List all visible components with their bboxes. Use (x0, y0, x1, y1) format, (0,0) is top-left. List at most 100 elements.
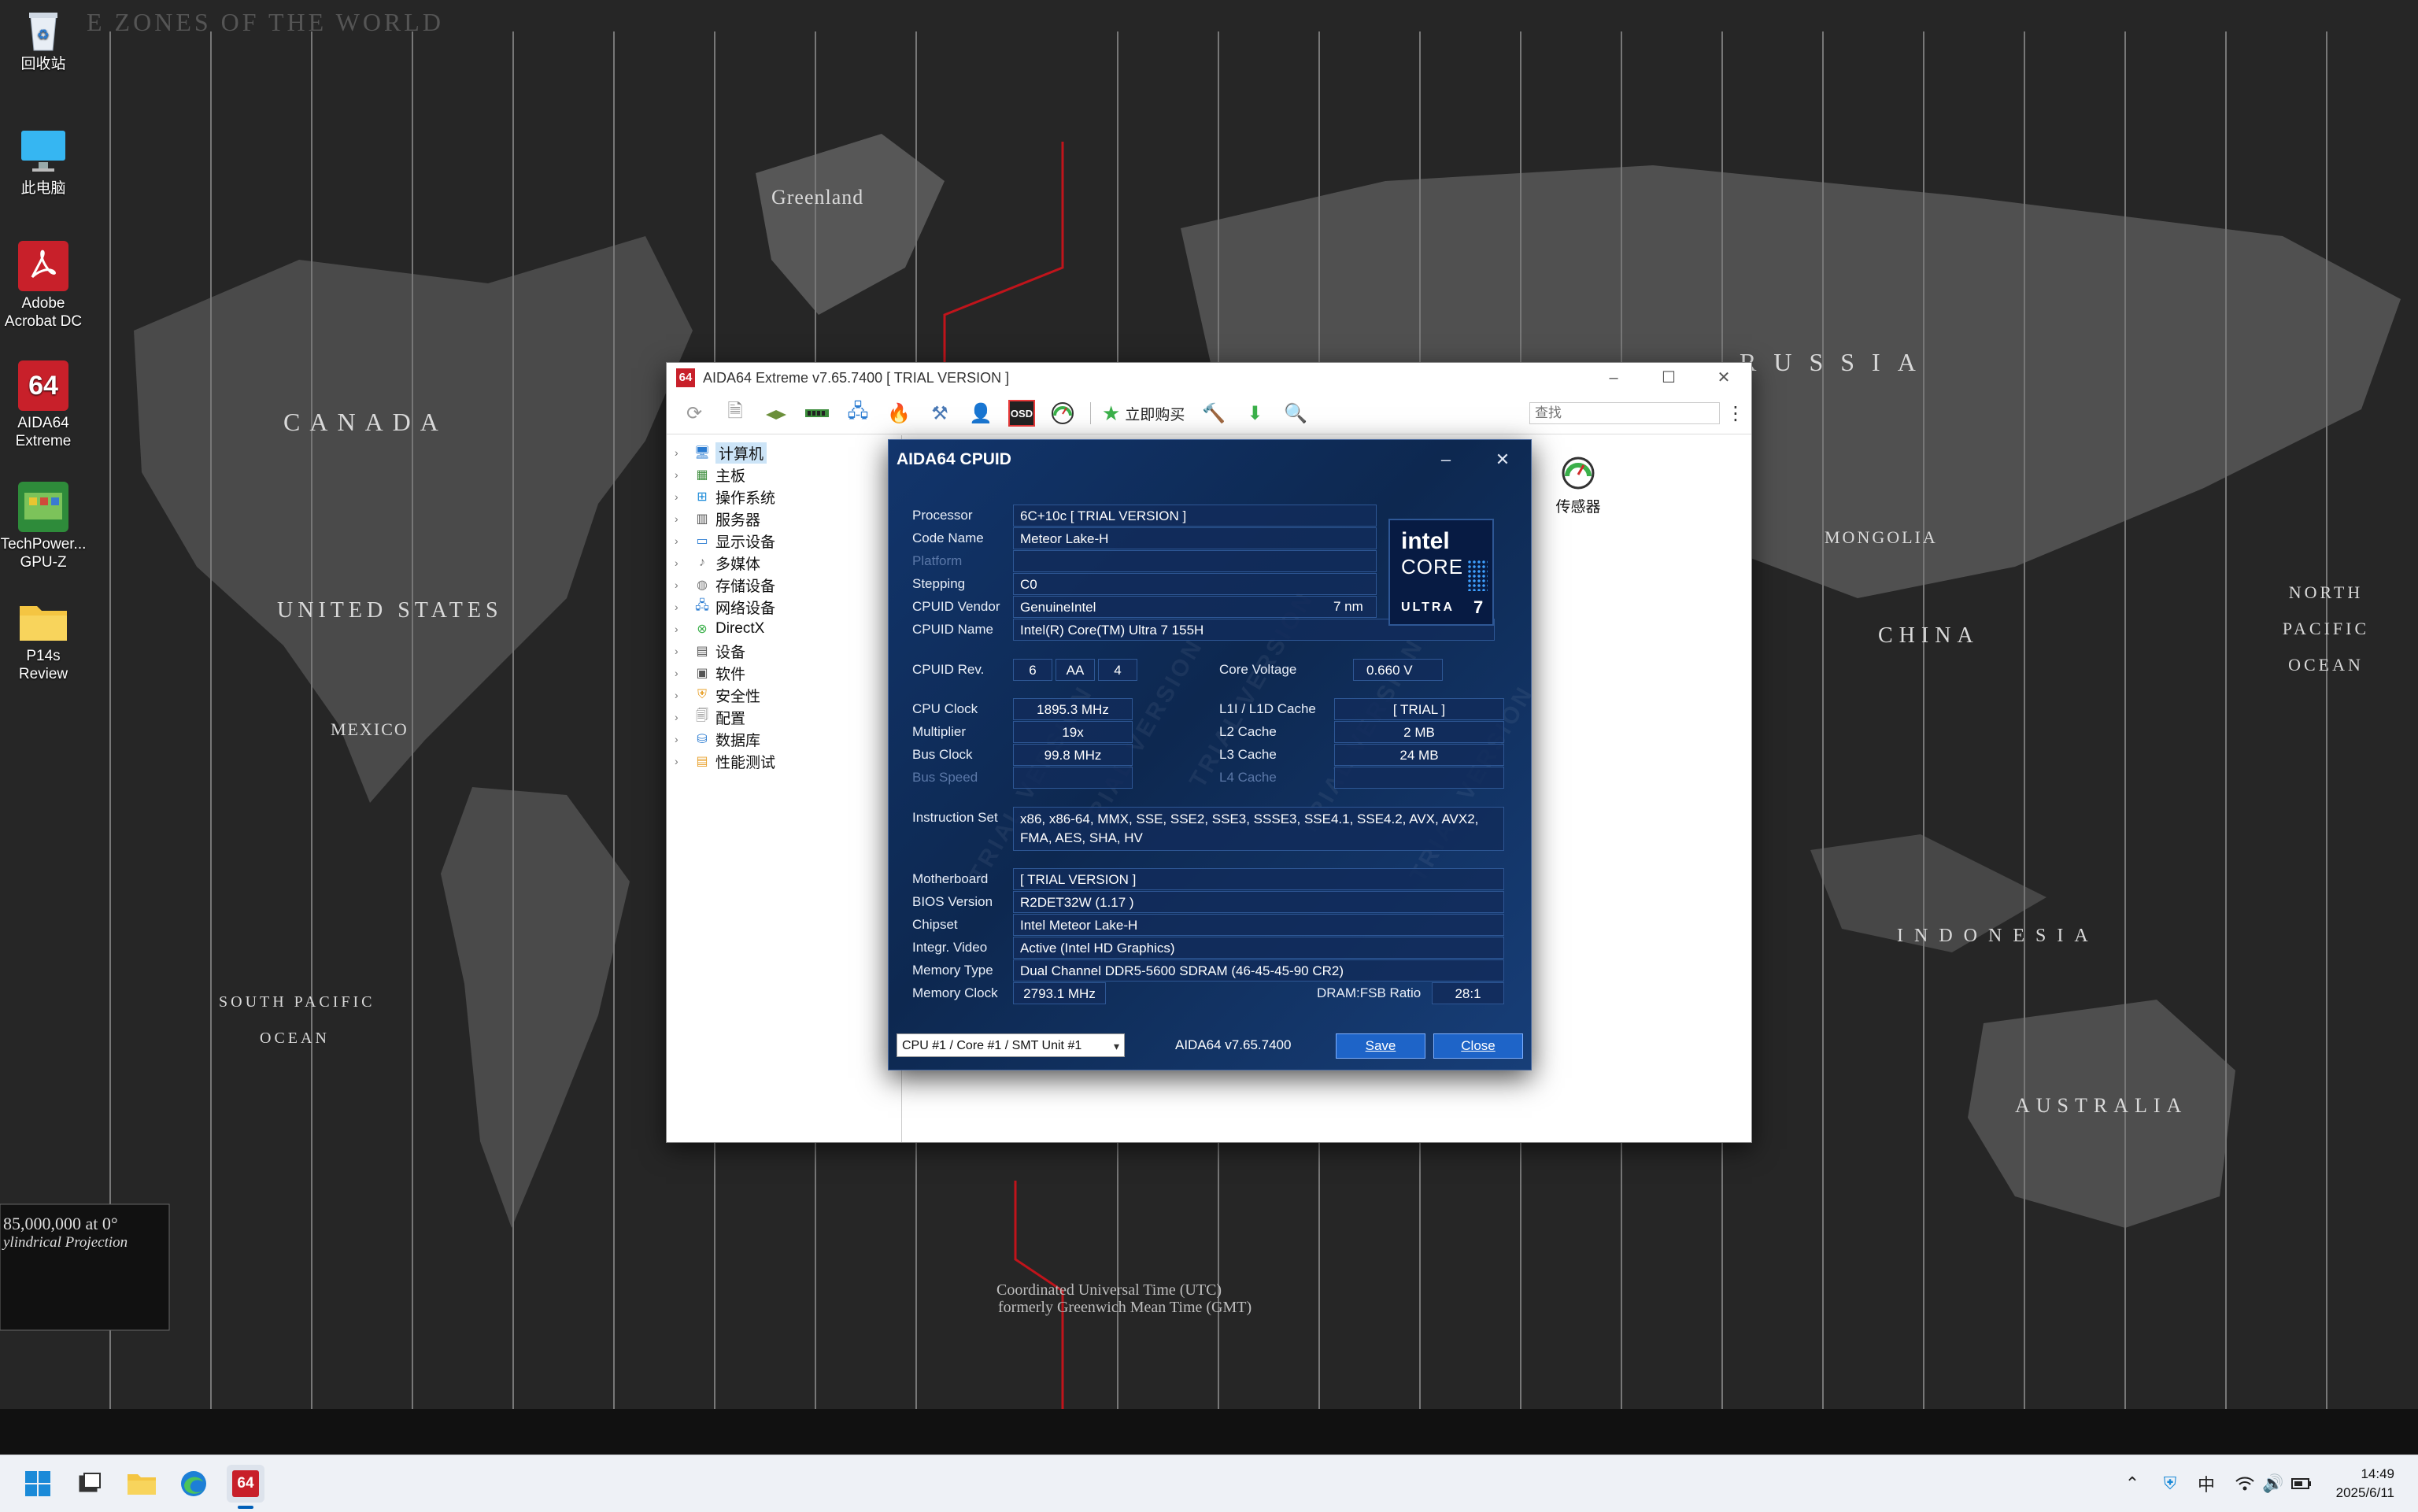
tree-item-benchmark[interactable]: › ▤ 性能测试 (667, 750, 901, 772)
tree-item-computer[interactable]: › 🖥 计算机 (667, 442, 901, 464)
value-l4-cache (1334, 767, 1504, 789)
tools-hammer-icon[interactable]: 🔨 (1200, 400, 1227, 427)
buy-now-button[interactable]: ★ 立即购买 (1102, 401, 1185, 426)
tree-item-config[interactable]: › 🗐 配置 (667, 706, 901, 728)
main-titlebar[interactable]: 64 AIDA64 Extreme v7.65.7400 [ TRIAL VER… (667, 363, 1751, 393)
volume-icon[interactable]: 🔊 (2261, 1469, 2286, 1498)
expand-arrow-icon[interactable]: › (675, 667, 693, 679)
expand-arrow-icon[interactable]: › (675, 645, 693, 657)
label-core-voltage: Core Voltage (1219, 662, 1297, 677)
tree-item-server[interactable]: › ▥ 服务器 (667, 508, 901, 530)
close-button[interactable]: ✕ (1474, 449, 1531, 470)
expand-arrow-icon[interactable]: › (675, 579, 693, 591)
refresh-icon[interactable]: ⟳ (681, 400, 708, 427)
tree-item-multimedia[interactable]: › ♪ 多媒体 (667, 552, 901, 574)
value-memory-type: Dual Channel DDR5-5600 SDRAM (46-45-45-9… (1013, 959, 1504, 982)
expand-arrow-icon[interactable]: › (675, 512, 693, 525)
memory-icon[interactable] (804, 400, 830, 427)
file-explorer-button[interactable] (123, 1465, 161, 1503)
desktop-icon-gpuz[interactable]: TechPower... GPU-Z (0, 482, 87, 571)
search-icon[interactable]: 🔍 (1282, 400, 1309, 427)
intel-dots (1467, 560, 1488, 591)
show-hidden-icons-chevron-icon[interactable]: ⌃ (2120, 1469, 2144, 1498)
active-app-indicator (238, 1506, 253, 1509)
core-select-dropdown[interactable]: CPU #1 / Core #1 / SMT Unit #1 ▾ (897, 1033, 1125, 1057)
close-dialog-button[interactable]: Close (1433, 1033, 1523, 1059)
expand-arrow-icon[interactable]: › (675, 755, 693, 767)
value-bus-speed (1013, 767, 1133, 789)
system-clock[interactable]: 14:49 2025/6/11 (2336, 1465, 2394, 1503)
motherboard-icon[interactable] (763, 400, 789, 427)
directx-icon: ⊗ (697, 623, 708, 636)
start-button[interactable] (19, 1465, 57, 1503)
shield-icon: ⛨ (697, 688, 707, 701)
value-l3-cache: 24 MB (1334, 744, 1504, 766)
wifi-icon[interactable] (2232, 1469, 2257, 1498)
osd-icon[interactable]: OSD (1008, 400, 1035, 427)
expand-arrow-icon[interactable]: › (675, 689, 693, 701)
tree-item-software[interactable]: › ▣ 软件 (667, 662, 901, 684)
network-computer-icon[interactable]: 🖧 (845, 400, 871, 427)
tree-item-network[interactable]: › 🖧 网络设备 (667, 596, 901, 618)
tree-item-os[interactable]: › ⊞ 操作系统 (667, 486, 901, 508)
label-bus-clock: Bus Clock (912, 747, 973, 762)
desktop-icon-folder[interactable]: P14s Review (0, 600, 87, 683)
cpuid-dialog[interactable]: TRIAL VERSION TRIAL VERSION TRIAL VERSIO… (888, 439, 1532, 1070)
cpuid-title: AIDA64 CPUID (897, 450, 1011, 468)
input-method-indicator[interactable]: 中 (2193, 1469, 2220, 1498)
expand-arrow-icon[interactable]: › (675, 733, 693, 745)
network-icon: 🖧 (695, 598, 709, 612)
more-options-icon[interactable]: ⋮ (1720, 402, 1751, 425)
computer-monitor-icon (18, 126, 68, 176)
expand-arrow-icon[interactable]: › (675, 468, 693, 481)
expand-arrow-icon[interactable]: › (675, 711, 693, 723)
aida64-taskbar-button[interactable]: 64 (227, 1465, 264, 1503)
taskbar: 64 ⌃ ⛨ 中 🔊 14:49 2025/6/11 (0, 1455, 2418, 1512)
label-dram-fsb: DRAM:FSB Ratio (1317, 985, 1422, 1000)
value-code-name: Meteor Lake-H (1013, 527, 1377, 549)
desktop-icon-recycle-bin[interactable]: ♻ 回收站 (0, 8, 87, 73)
sensor-gauge-icon[interactable] (1049, 400, 1076, 427)
expand-arrow-icon[interactable]: › (675, 446, 693, 459)
user-icon[interactable]: 👤 (967, 400, 994, 427)
task-view-button[interactable] (71, 1465, 109, 1503)
label-stepping: Stepping (912, 576, 966, 591)
motherboard-icon: ▦ (696, 468, 708, 482)
report-icon[interactable]: 🗎 (722, 400, 749, 427)
desktop-icon-acrobat[interactable]: Adobe Acrobat DC (0, 241, 87, 331)
save-button[interactable]: Save (1336, 1033, 1425, 1059)
close-button[interactable]: ✕ (1696, 363, 1751, 393)
minimize-button[interactable]: – (1586, 363, 1641, 393)
desktop-icon-this-pc[interactable]: 此电脑 (0, 126, 87, 198)
value-rev-3: 4 (1098, 659, 1137, 681)
maximize-button[interactable]: ☐ (1641, 363, 1696, 393)
tree-item-directx[interactable]: › ⊗ DirectX (667, 618, 901, 640)
tree-item-storage[interactable]: › ◍ 存储设备 (667, 574, 901, 596)
flame-stress-test-icon[interactable]: 🔥 (885, 400, 912, 427)
navigation-tree: › 🖥 计算机 › ▦ 主板 › ⊞ 操作系统 › ▥ 服务器 › ▭ 显示设备 › ♪ 多媒体 › ◍ 存… (667, 435, 902, 1142)
expand-arrow-icon[interactable]: › (675, 556, 693, 569)
edge-browser-button[interactable] (175, 1465, 213, 1503)
tree-item-devices[interactable]: › ▤ 设备 (667, 640, 901, 662)
expand-arrow-icon[interactable]: › (675, 534, 693, 547)
battery-icon[interactable] (2289, 1469, 2314, 1498)
security-shield-icon[interactable]: ⛨ (2157, 1469, 2183, 1498)
tree-item-security[interactable]: › ⛨ 安全性 (667, 684, 901, 706)
value-rev-2: AA (1056, 659, 1095, 681)
minimize-button[interactable]: – (1418, 449, 1474, 470)
expand-arrow-icon[interactable]: › (675, 490, 693, 503)
tree-item-display[interactable]: › ▭ 显示设备 (667, 530, 901, 552)
tree-item-database[interactable]: › ⛁ 数据库 (667, 728, 901, 750)
expand-arrow-icon[interactable]: › (675, 601, 693, 613)
expand-arrow-icon[interactable]: › (675, 623, 693, 635)
network-tools-icon[interactable]: ⚒ (926, 400, 953, 427)
download-arrow-icon[interactable]: ⬇ (1241, 400, 1268, 427)
label-platform: Platform (912, 553, 963, 568)
cpuid-titlebar[interactable]: AIDA64 CPUID – ✕ (889, 440, 1531, 479)
aida64-logo-icon: 64 (676, 368, 695, 387)
tree-item-motherboard[interactable]: › ▦ 主板 (667, 464, 901, 486)
search-input[interactable] (1529, 402, 1720, 424)
buy-star-icon: ★ (1102, 401, 1121, 425)
desktop-icon-aida64[interactable]: 64 AIDA64 Extreme (0, 360, 87, 450)
sensor-item[interactable]: 传感器 (1547, 456, 1610, 516)
